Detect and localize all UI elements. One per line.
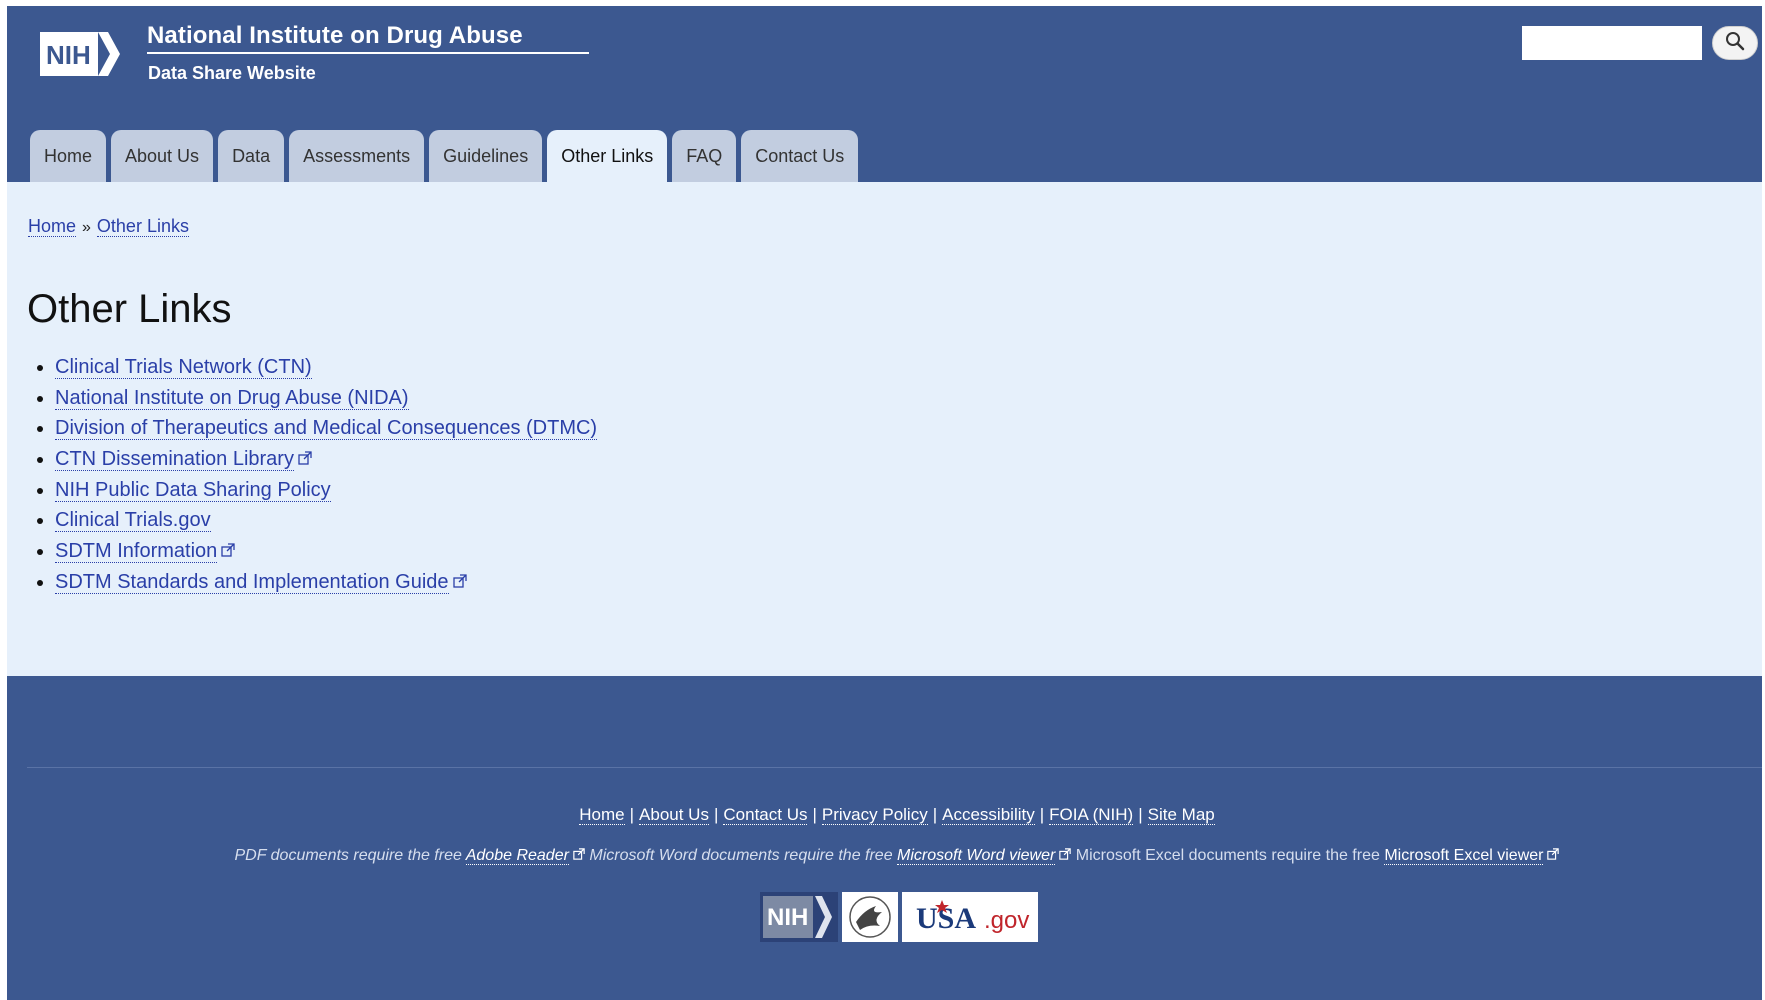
list-item: SDTM Information (55, 536, 597, 567)
site-header: NIH National Institute on Drug Abuse Dat… (7, 6, 1762, 182)
excel-viewer-link[interactable]: Microsoft Excel viewer (1384, 847, 1544, 866)
footer-separator: | (932, 805, 938, 824)
search-input[interactable] (1522, 26, 1702, 60)
nih-footer-logo-text: NIH (767, 904, 808, 931)
tab-data[interactable]: Data (218, 130, 285, 182)
link-clinicaltrials-gov[interactable]: Clinical Trials.gov (55, 509, 211, 533)
word-note-text: Microsoft Word documents require the fre… (584, 847, 898, 865)
link-nih-data-sharing-policy[interactable]: NIH Public Data Sharing Policy (55, 478, 331, 502)
tab-contact-us[interactable]: Contact Us (741, 130, 859, 182)
excel-note-text: Microsoft Excel documents require the fr… (1071, 847, 1385, 865)
list-item: CTN Dissemination Library (55, 444, 597, 475)
tab-faq[interactable]: FAQ (672, 130, 737, 182)
footer-viewer-note: PDF documents require the free Adobe Rea… (7, 847, 1762, 866)
nih-footer-logo[interactable]: NIH (760, 892, 838, 942)
usa-gov-logo[interactable]: USA .gov (902, 892, 1038, 942)
page-frame: NIH National Institute on Drug Abuse Dat… (7, 6, 1762, 1000)
site-subtitle: Data Share Website (148, 63, 316, 83)
word-viewer-link[interactable]: Microsoft Word viewer (897, 847, 1056, 866)
footer-divider (27, 767, 1762, 768)
tab-other-links[interactable]: Other Links (547, 130, 668, 182)
footer-link-contact-us[interactable]: Contact Us (723, 805, 808, 825)
footer-link-about-us[interactable]: About Us (639, 805, 709, 825)
tab-guidelines[interactable]: Guidelines (429, 130, 543, 182)
link-sdtm-information[interactable]: SDTM Information (55, 539, 218, 563)
external-link-icon (452, 567, 467, 598)
footer-link-privacy-policy[interactable]: Privacy Policy (821, 805, 928, 825)
footer-separator: | (1138, 805, 1143, 824)
list-item: Clinical Trials Network (CTN) (55, 352, 597, 383)
link-ctn[interactable]: Clinical Trials Network (CTN) (55, 356, 312, 379)
search-button[interactable] (1712, 26, 1758, 60)
site-title[interactable]: National Institute on Drug Abuse (147, 22, 523, 50)
footer-links: Home | About Us | Contact Us | Privacy Policy |… (7, 805, 1762, 825)
breadcrumb-current-link[interactable]: Other Links (96, 216, 189, 237)
page-title: Other Links (27, 287, 232, 331)
external-link-icon (221, 536, 235, 567)
footer-logos: NIH USA .gov (760, 892, 1038, 942)
link-ctn-dissemination-library[interactable]: CTN Dissemination Library (55, 447, 294, 471)
link-dtmc[interactable]: Division of Therapeutics and Medical Con… (55, 417, 598, 441)
footer-separator: | (629, 805, 635, 824)
list-item: Clinical Trials.gov (55, 505, 597, 536)
adobe-reader-link[interactable]: Adobe Reader (465, 847, 569, 866)
main-content: Home » Other Links Other Links Clinical Tr… (7, 182, 1762, 676)
breadcrumb-home-link[interactable]: Home (28, 216, 77, 237)
gov-logo-text: .gov (984, 907, 1029, 934)
external-link-icon (298, 444, 312, 475)
external-link-icon (1059, 847, 1072, 865)
footer-separator: | (1039, 805, 1045, 824)
breadcrumb-separator: » (82, 219, 91, 236)
list-item: NIH Public Data Sharing Policy (55, 475, 597, 506)
footer-link-accessibility[interactable]: Accessibility (942, 805, 1035, 825)
nih-logo[interactable]: NIH (40, 29, 125, 85)
main-nav: Home About Us Data Assessments Guideline… (30, 130, 859, 182)
hhs-eagle-logo[interactable] (842, 892, 898, 942)
tab-home[interactable]: Home (30, 130, 107, 182)
other-links-list: Clinical Trials Network (CTN) National I… (29, 352, 598, 598)
link-sdtm-standards-guide[interactable]: SDTM Standards and Implementation Guide (55, 571, 449, 594)
link-nida[interactable]: National Institute on Drug Abuse (NIDA) (55, 386, 409, 410)
title-divider (147, 52, 589, 54)
pdf-note-text: PDF documents require the free (234, 847, 466, 865)
footer-separator: | (713, 805, 719, 824)
external-link-icon (573, 847, 585, 865)
list-item: Division of Therapeutics and Medical Con… (55, 413, 598, 444)
breadcrumb: Home » Other Links (28, 216, 189, 237)
footer-link-foia[interactable]: FOIA (NIH) (1049, 805, 1134, 825)
external-link-icon (1547, 847, 1560, 865)
list-item: SDTM Standards and Implementation Guide (55, 567, 597, 598)
footer-link-site-map[interactable]: Site Map (1147, 805, 1215, 825)
footer-link-home[interactable]: Home (579, 805, 625, 825)
tab-assessments[interactable]: Assessments (289, 130, 425, 182)
tab-about-us[interactable]: About Us (111, 130, 214, 182)
list-item: National Institute on Drug Abuse (NIDA) (55, 383, 597, 414)
nih-logo-text: NIH (46, 40, 91, 70)
footer-separator: | (812, 805, 817, 824)
search-icon (1725, 31, 1745, 56)
